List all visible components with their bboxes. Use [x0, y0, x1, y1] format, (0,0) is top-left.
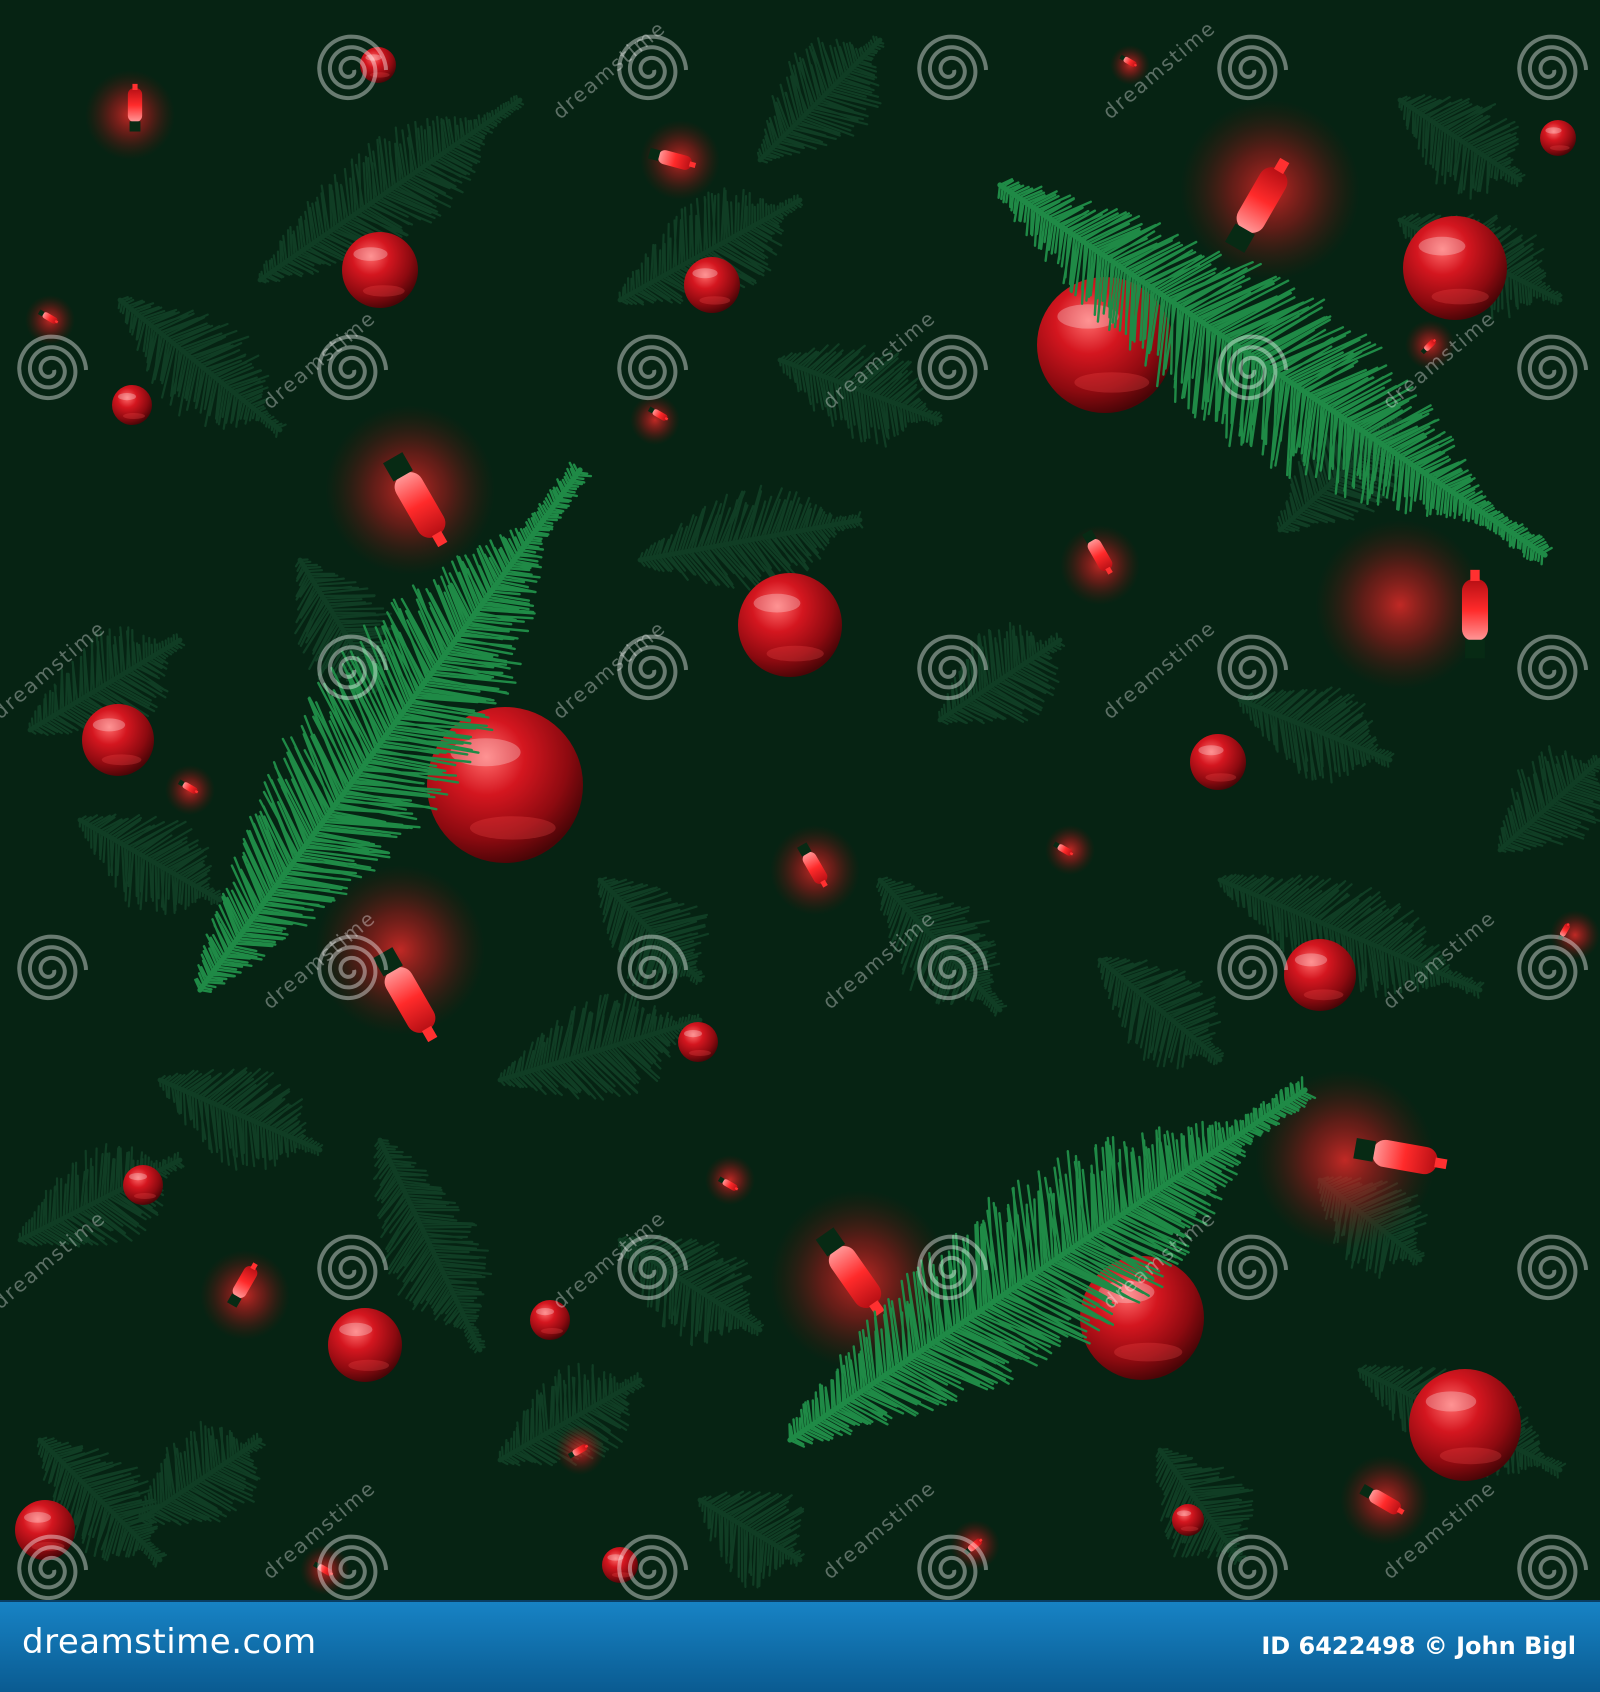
red-ornament — [738, 573, 842, 677]
light-glow — [1315, 520, 1485, 690]
light-glow — [630, 395, 680, 445]
red-ornament — [1172, 1504, 1204, 1536]
red-ornament — [342, 232, 418, 308]
christmas-tree-scene: dreamstime dreamstimedreamstime dreamstime… — [0, 0, 1600, 1600]
red-ornament — [1190, 734, 1246, 790]
red-ornament — [684, 257, 740, 313]
red-ornament — [112, 385, 152, 425]
red-ornament — [678, 1022, 718, 1062]
footer-credit: ID 6422498 © John Bigl — [1261, 1632, 1576, 1660]
background — [0, 0, 1600, 1600]
footer-logo[interactable]: dreamstime.com — [22, 1622, 317, 1662]
christmas-light-bulb — [127, 83, 143, 132]
red-ornament — [427, 707, 583, 863]
red-ornament — [82, 704, 154, 776]
red-ornament — [1540, 120, 1576, 156]
red-ornament — [123, 1165, 163, 1205]
red-ornament — [328, 1308, 402, 1382]
christmas-pattern-image: dreamstime dreamstime dreamstime dreamstime… — [0, 0, 1600, 1600]
stock-footer-bar: dreamstime.com ID 6422498 © John Bigl — [0, 1600, 1600, 1692]
light-glow — [705, 1155, 755, 1205]
red-ornament — [1284, 939, 1356, 1011]
light-glow — [1550, 910, 1600, 960]
christmas-light-bulb — [1461, 569, 1489, 659]
red-ornament — [1403, 216, 1507, 320]
red-ornament — [1409, 1369, 1521, 1481]
